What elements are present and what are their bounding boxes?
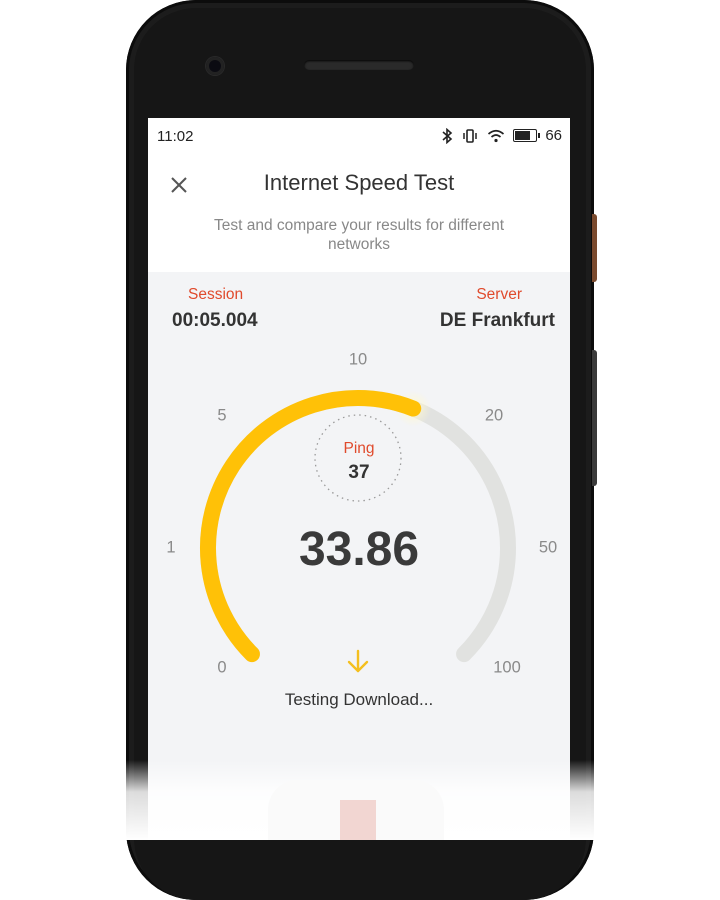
test-status-text: Testing Download...: [284, 690, 434, 709]
gauge-tick-5: 5: [217, 406, 227, 425]
gauge-tick-0: 0: [217, 658, 227, 677]
power-button: [592, 350, 597, 486]
front-camera: [206, 57, 224, 75]
speed-value: 33.86: [298, 523, 420, 576]
gauge-tick-20: 20: [484, 406, 504, 425]
gauge-tick-10: 10: [348, 350, 368, 369]
ping-ring: [314, 414, 402, 502]
bottom-accent: [340, 800, 376, 840]
gauge-tick-100: 100: [493, 658, 521, 677]
arrow-down-icon: [347, 649, 369, 673]
ping-label: Ping: [343, 440, 375, 457]
app-screen: 11:02 66 Internet Speed Test Test and co…: [148, 118, 570, 840]
ping-value: 37: [348, 462, 370, 483]
earpiece-speaker: [304, 60, 414, 70]
volume-button: [592, 214, 597, 282]
